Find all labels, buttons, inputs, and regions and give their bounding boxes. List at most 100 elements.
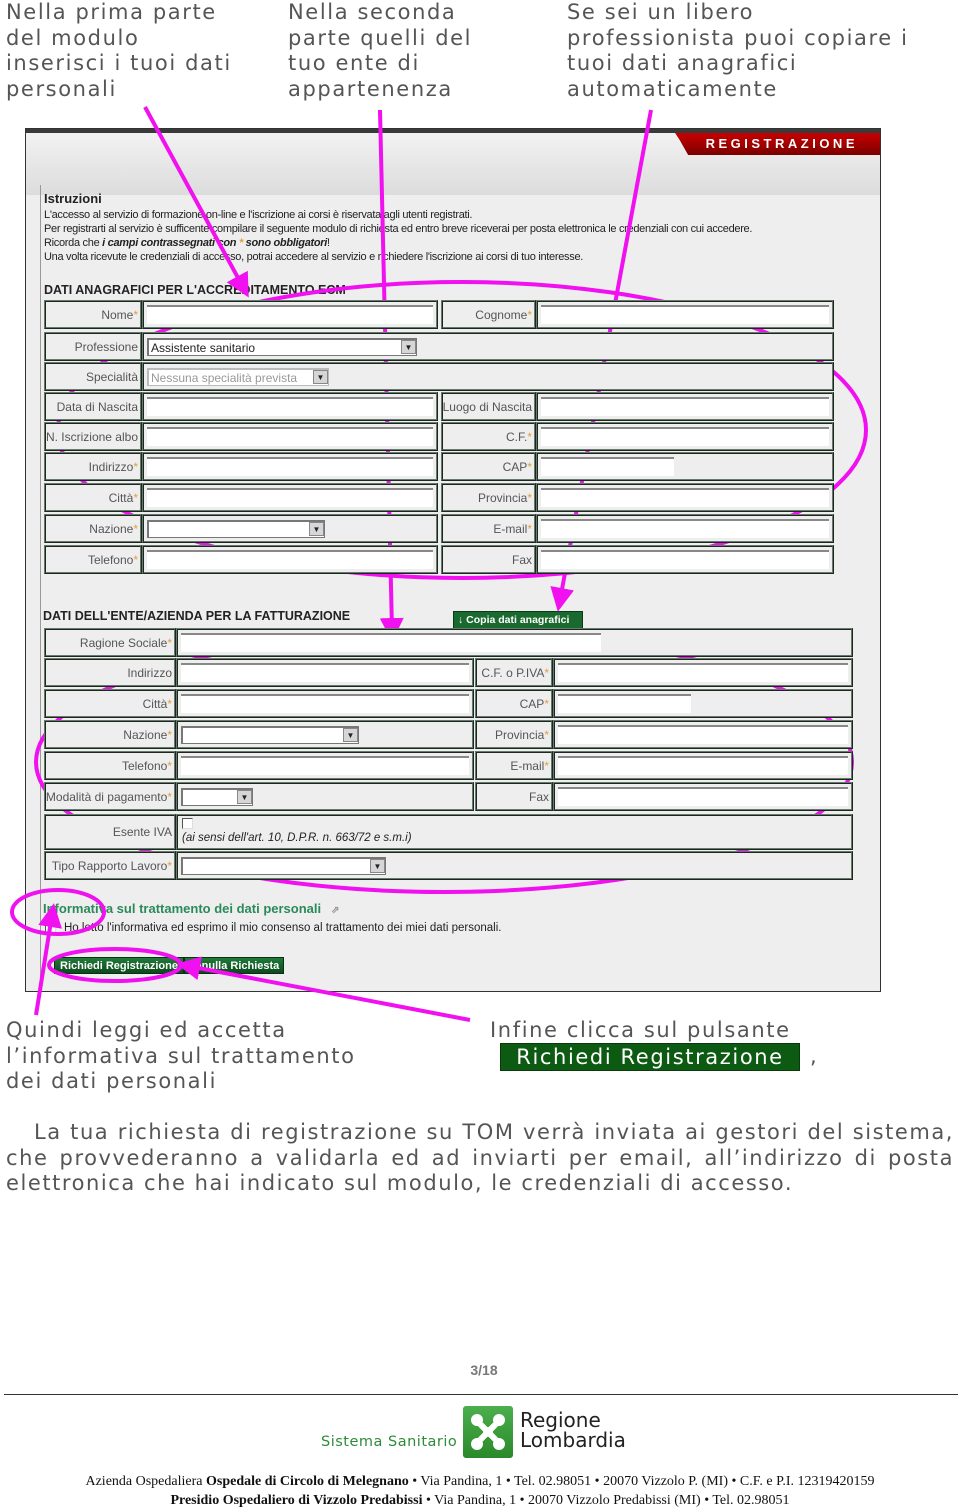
- field-cell-email: [536, 514, 834, 543]
- consent-checkbox[interactable]: [45, 922, 56, 934]
- field-cell-indirizzo: [142, 452, 438, 481]
- field-label-citta: Città *: [44, 483, 142, 512]
- field-cell-cap: [553, 689, 853, 718]
- field-label-text: Ragione Sociale: [79, 635, 168, 650]
- professione-select[interactable]: Assistente sanitario ▼: [147, 338, 417, 356]
- field-cell-cf: [536, 422, 834, 451]
- consent-label: Ho letto l'informativa ed esprimo il mio…: [64, 922, 502, 934]
- provincia-input[interactable]: [558, 725, 848, 744]
- field-label-fax: Fax: [441, 545, 536, 574]
- field-label-cf-piva: C.F. o P.IVA *: [475, 658, 553, 687]
- footer-divider: [4, 1394, 958, 1395]
- cancel-request-button[interactable]: Annulla Richiesta: [184, 957, 284, 974]
- field-cell-provincia: [536, 483, 834, 512]
- field-label-text: C.F.: [505, 429, 528, 444]
- field-label-text: Nome: [101, 307, 134, 322]
- field-label-data-nascita: Data di Nascita: [44, 392, 142, 421]
- field-label-professione: Professione: [44, 332, 142, 361]
- required-star: *: [527, 521, 532, 536]
- field-label-email: E-mail *: [441, 514, 536, 543]
- nazione-select[interactable]: ▼: [181, 726, 359, 744]
- instructions-line: L'accesso al servizio di formazione on-l…: [44, 209, 473, 221]
- required-star: *: [133, 459, 138, 474]
- chevron-down-icon[interactable]: ▼: [370, 859, 385, 873]
- field-label-ragione-sociale: Ragione Sociale *: [44, 628, 176, 657]
- chevron-down-icon[interactable]: ▼: [309, 522, 324, 536]
- tipo-rapporto-select[interactable]: ▼: [181, 857, 386, 875]
- specialita-select[interactable]: Nessuna specialità prevista ▼: [147, 368, 329, 386]
- callout-organization-data: Nella seconda parte quelli del tuo ente …: [288, 0, 473, 101]
- required-star: *: [544, 758, 549, 773]
- footer-address-line: Azienda Ospedaliera Ospedale di Circolo …: [0, 1474, 960, 1490]
- luogo-nascita-input[interactable]: [541, 397, 829, 416]
- telefono-input[interactable]: [181, 756, 469, 775]
- privacy-policy-link[interactable]: Informativa sul trattamento dei dati per…: [43, 901, 340, 916]
- instructions-bold: sono obbligatori: [242, 237, 328, 249]
- fax-input[interactable]: [558, 787, 848, 806]
- cf-piva-input[interactable]: [558, 663, 848, 682]
- rosa-camuna-icon: [471, 1414, 505, 1450]
- chevron-down-icon[interactable]: ▼: [313, 370, 328, 384]
- instructions-title: Istruzioni: [44, 191, 102, 206]
- cf-input[interactable]: [541, 427, 829, 446]
- fax-input[interactable]: [541, 550, 829, 569]
- page-number: 3/18: [470, 1362, 498, 1378]
- logo-text-line: Regione: [520, 1408, 601, 1432]
- esente-iva-checkbox[interactable]: [182, 818, 193, 829]
- provincia-input[interactable]: [541, 488, 829, 507]
- modalita-pagamento-select[interactable]: ▼: [181, 788, 253, 806]
- copy-personal-data-button[interactable]: ↓ Copia dati anagrafici: [453, 611, 583, 629]
- registration-tab: REGISTRAZIONE: [675, 133, 880, 155]
- required-star: *: [527, 459, 532, 474]
- cap-input[interactable]: [541, 457, 674, 476]
- field-label-text: Provincia: [494, 727, 545, 742]
- field-label-text: Nazione: [123, 727, 168, 742]
- logo-regione-lombardia: Regione Lombardia: [520, 1410, 626, 1450]
- logo-sistema-sanitario: Sistema Sanitario: [321, 1434, 458, 1450]
- indirizzo-input[interactable]: [147, 457, 433, 476]
- chevron-down-icon[interactable]: ▼: [237, 790, 252, 804]
- field-label-text: Tipo Rapporto Lavoro: [51, 858, 168, 873]
- external-link-icon[interactable]: ⇗: [331, 905, 339, 916]
- field-label-text: Indirizzo: [127, 665, 172, 680]
- ragione-sociale-input[interactable]: [181, 633, 601, 652]
- nome-input[interactable]: [147, 305, 433, 324]
- field-label-text: Telefono: [87, 552, 134, 567]
- email-input[interactable]: [541, 519, 829, 538]
- field-label-provincia: Provincia *: [475, 720, 553, 749]
- field-label-nazione: Nazione *: [44, 514, 142, 543]
- chevron-down-icon[interactable]: ▼: [343, 728, 358, 742]
- cognome-input[interactable]: [541, 305, 829, 324]
- submit-registration-button[interactable]: Richiedi Registrazione: [54, 957, 184, 974]
- footer-address-line: Presidio Ospedaliero di Vizzolo Predabis…: [0, 1493, 960, 1509]
- field-label-nazione: Nazione *: [44, 720, 176, 749]
- iscrizione-albo-input[interactable]: [147, 427, 433, 446]
- field-label-text: Telefono: [121, 758, 168, 773]
- nazione-select[interactable]: ▼: [147, 520, 325, 538]
- regione-lombardia-logo-icon: [463, 1406, 513, 1458]
- telefono-input[interactable]: [147, 550, 433, 569]
- citta-input[interactable]: [147, 488, 433, 507]
- field-cell-indirizzo: [176, 658, 474, 687]
- field-label-tipo-rapporto: Tipo Rapporto Lavoro *: [44, 851, 176, 880]
- citta-input[interactable]: [181, 694, 469, 713]
- field-label-cognome: Cognome *: [441, 300, 536, 329]
- required-star: *: [133, 490, 138, 505]
- cap-input[interactable]: [558, 694, 691, 713]
- instructions-bold: i campi contrassegnati con: [102, 237, 239, 249]
- field-cell-cf-piva: [553, 658, 853, 687]
- field-cell-citta: [142, 483, 438, 512]
- email-input[interactable]: [558, 756, 848, 775]
- indirizzo-input[interactable]: [181, 663, 469, 682]
- instructions-line: Per registrarti al servizio è sufficente…: [44, 223, 753, 235]
- field-label-iscrizione-albo: N. Iscrizione albo: [44, 422, 142, 451]
- data-nascita-input[interactable]: [147, 397, 433, 416]
- required-star: *: [544, 727, 549, 742]
- field-cell-nazione: ▼: [176, 720, 474, 749]
- field-cell-telefono: [176, 751, 474, 780]
- field-label-text: Indirizzo: [88, 459, 134, 474]
- instructions-line: Ricorda che i campi contrassegnati con *…: [44, 237, 330, 249]
- privacy-policy-link-text[interactable]: Informativa sul trattamento dei dati per…: [43, 901, 321, 916]
- callout-privacy: Quindi leggi ed accetta l’informativa su…: [6, 1018, 356, 1093]
- chevron-down-icon[interactable]: ▼: [401, 340, 416, 354]
